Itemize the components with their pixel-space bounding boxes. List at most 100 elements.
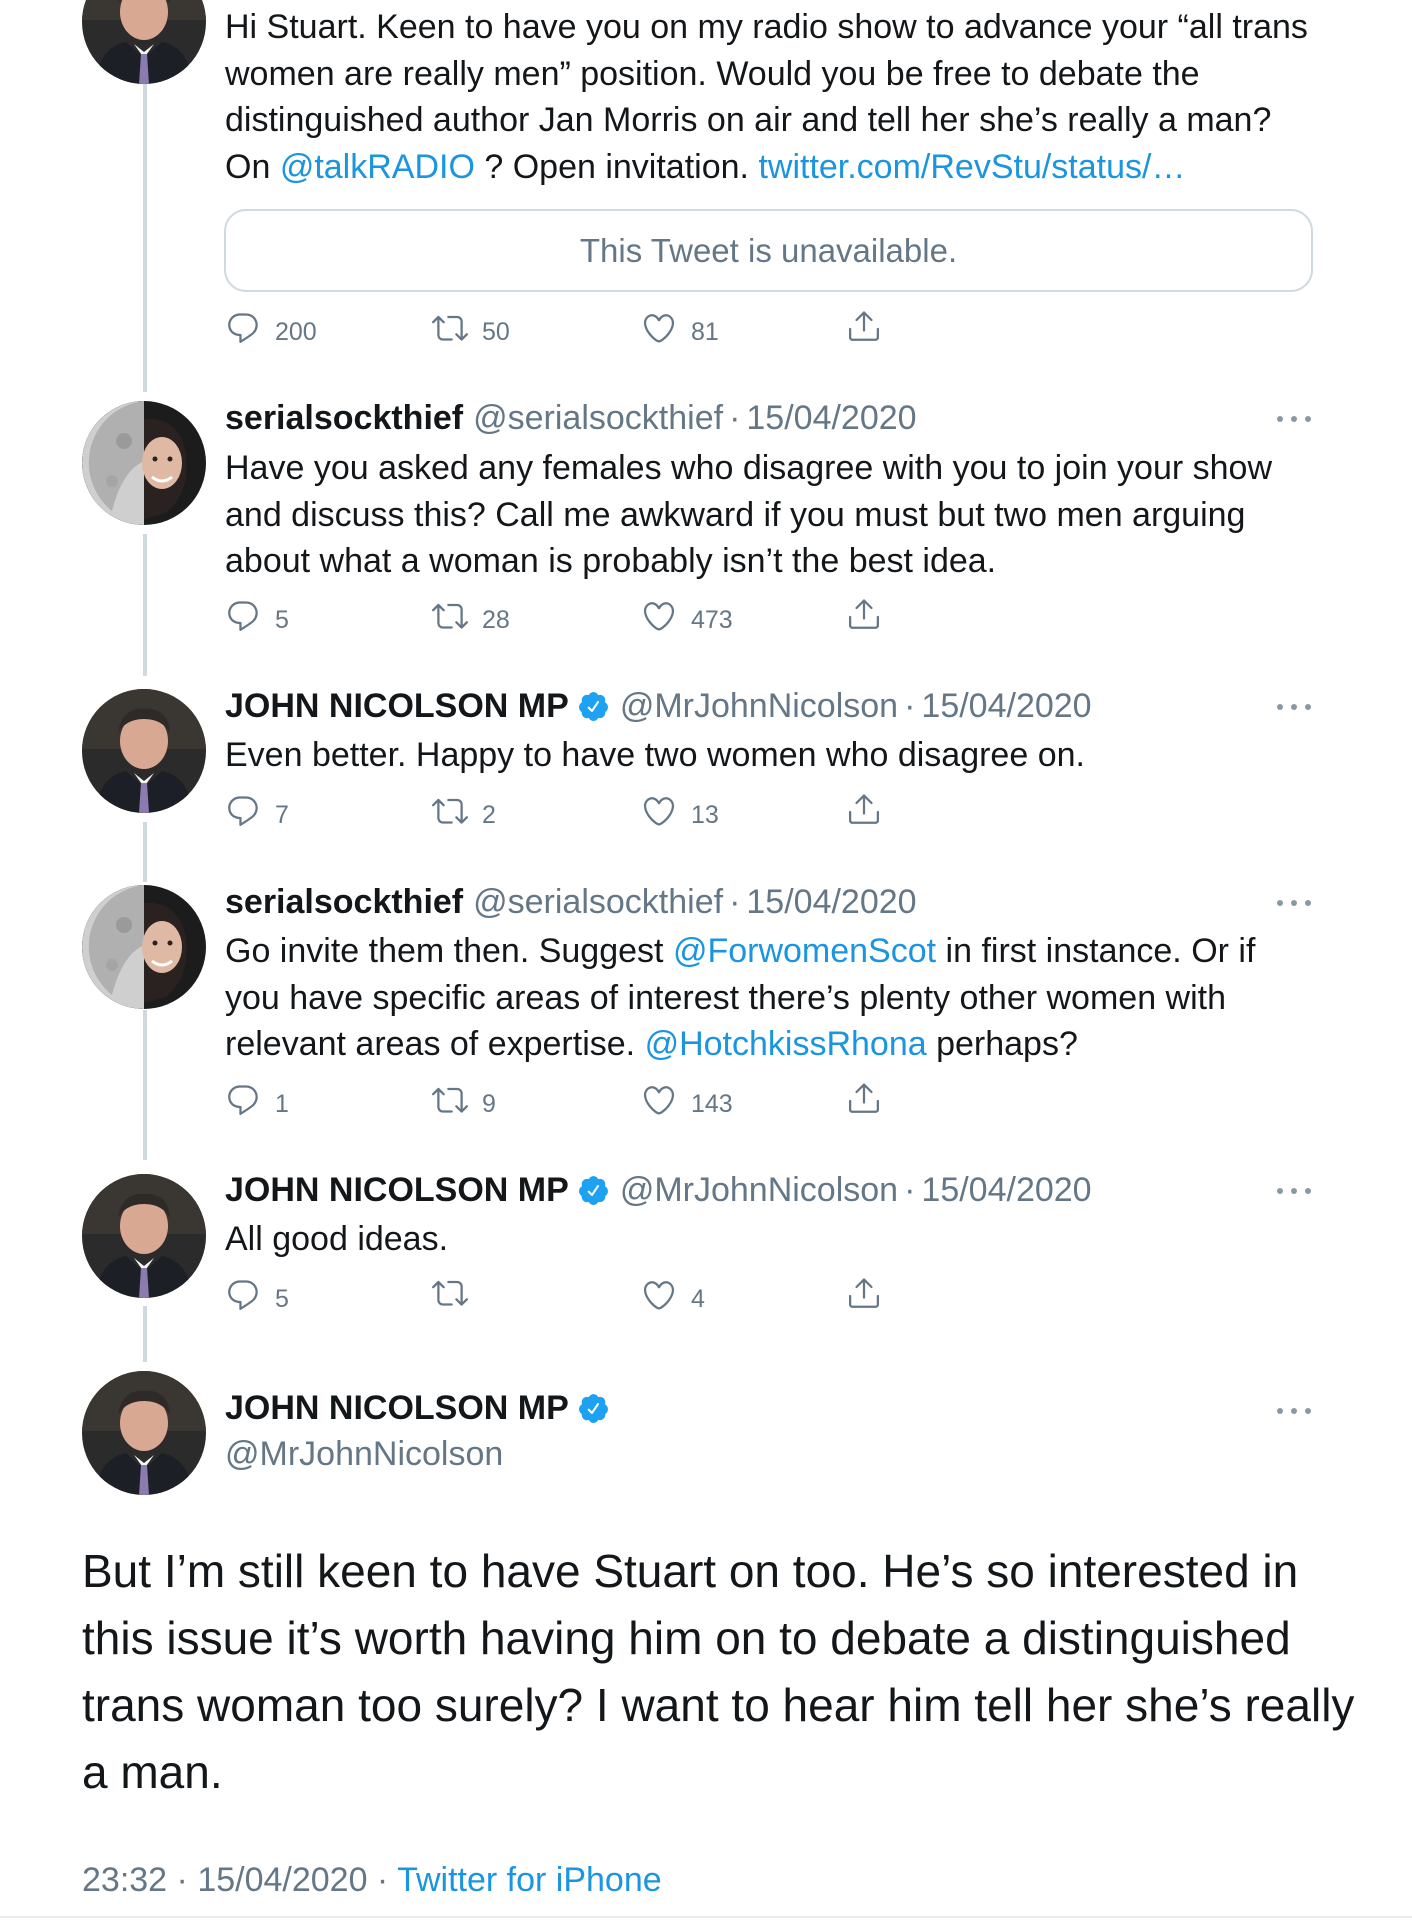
text-line: women are really men” position. Would yo… [225, 51, 1315, 98]
like-button[interactable]: 81 [641, 308, 719, 347]
tweet-date[interactable]: 15/04/2020 [921, 686, 1091, 726]
more-options-icon[interactable] [1277, 1406, 1311, 1416]
separator-dot: · [729, 399, 741, 437]
mention-link[interactable]: @ForwomenScot [673, 932, 936, 970]
more-options-icon[interactable] [1277, 702, 1311, 712]
tweet-date[interactable]: 15/04/2020 [746, 882, 916, 922]
text-segment: All good ideas. [225, 1220, 449, 1258]
reply-icon [228, 312, 258, 343]
reply-button[interactable]: 200 [225, 308, 317, 347]
tweet-time[interactable]: 23:32 [82, 1861, 167, 1899]
share-button[interactable] [846, 1275, 882, 1311]
main-text-line: trans woman too surely? I want to hear h… [82, 1679, 1355, 1731]
retweet-button[interactable]: 9 [432, 1080, 496, 1119]
tweet-text: All good ideas. [225, 1216, 1315, 1263]
retweet-count: 2 [482, 801, 496, 829]
tweet-date[interactable]: 15/04/2020 [746, 398, 916, 438]
more-options-icon[interactable] [1277, 1186, 1311, 1196]
reply-icon [228, 795, 258, 826]
user-handle[interactable]: @MrJohnNicolson [620, 1170, 898, 1210]
user-handle[interactable]: @serialsockthief [473, 398, 723, 438]
thread-line [143, 1010, 147, 1160]
avatar-serialsockthief[interactable] [82, 885, 206, 1009]
reply-count: 200 [275, 318, 317, 346]
portrait-icon [82, 1371, 206, 1495]
reply-button[interactable]: 5 [225, 1275, 289, 1314]
text-segment: Have you asked any females who disagree … [225, 449, 1273, 487]
retweet-icon [432, 798, 468, 824]
like-count: 13 [691, 801, 719, 829]
more-options-icon[interactable] [1277, 898, 1311, 908]
tweet-date[interactable]: 15/04/2020 [197, 1861, 367, 1899]
text-segment: in first instance. Or if [936, 932, 1256, 970]
more-options-icon[interactable] [1277, 414, 1311, 424]
tweet-source-link[interactable]: Twitter for iPhone [397, 1861, 662, 1899]
author-name-row: JOHN NICOLSON MP [225, 1388, 610, 1428]
user-handle[interactable]: @MrJohnNicolson [225, 1434, 610, 1474]
avatar-serialsockthief[interactable] [82, 401, 206, 525]
retweet-icon [432, 1280, 468, 1306]
share-button[interactable] [846, 596, 882, 632]
tweet-date[interactable]: 15/04/2020 [921, 1170, 1091, 1210]
retweet-button[interactable] [432, 1275, 482, 1311]
mention-link[interactable]: @talkRADIO [280, 148, 475, 186]
text-segment: about what a woman is probably isn’t the… [225, 542, 997, 580]
display-name[interactable]: JOHN NICOLSON MP [225, 1170, 569, 1210]
url-link[interactable]: twitter.com/RevStu/status/… [758, 148, 1185, 186]
separator-dot: · [904, 1171, 916, 1209]
share-icon [849, 1278, 879, 1308]
thread-line [143, 80, 147, 392]
text-line: distinguished author Jan Morris on air a… [225, 97, 1315, 144]
reply-button[interactable]: 7 [225, 791, 289, 830]
display-name[interactable]: JOHN NICOLSON MP [225, 1388, 569, 1428]
text-line: and discuss this? Call me awkward if you… [225, 492, 1315, 539]
share-icon [849, 1083, 879, 1113]
like-button[interactable]: 13 [641, 791, 719, 830]
retweet-button[interactable]: 28 [432, 596, 510, 635]
main-text-line: this issue it’s worth having him on to d… [82, 1612, 1291, 1664]
verified-badge-icon [578, 1393, 608, 1423]
thread-line [143, 1306, 147, 1362]
avatar-john-nicolson[interactable] [82, 1174, 206, 1298]
retweet-count: 28 [482, 606, 510, 634]
text-line: you have specific areas of interest ther… [225, 975, 1315, 1022]
reply-button[interactable]: 1 [225, 1080, 289, 1119]
quoted-tweet-unavailable: This Tweet is unavailable. [224, 209, 1313, 292]
display-name[interactable]: serialsockthief [225, 398, 463, 438]
like-button[interactable]: 143 [641, 1080, 733, 1119]
avatar-john-nicolson[interactable] [82, 689, 206, 813]
reply-icon [228, 600, 258, 631]
text-segment: On [225, 147, 280, 186]
main-tweet-author[interactable]: JOHN NICOLSON MP @MrJohnNicolson [225, 1388, 610, 1474]
reply-count: 7 [275, 801, 289, 829]
display-name[interactable]: JOHN NICOLSON MP [225, 686, 569, 726]
avatar-john-nicolson[interactable] [82, 1371, 206, 1495]
mention-link[interactable]: @HotchkissRhona [645, 1025, 927, 1063]
tweet-header: serialsockthief @serialsockthief · 15/04… [225, 398, 917, 438]
share-icon [849, 311, 879, 341]
like-count: 81 [691, 318, 719, 346]
reply-button[interactable]: 5 [225, 596, 289, 635]
verified-badge-icon [578, 691, 608, 721]
main-tweet-text: But I’m still keen to have Stuart on too… [82, 1538, 1355, 1806]
retweet-button[interactable]: 50 [432, 308, 510, 347]
text-segment: Hi Stuart. Keen to have you on my radio … [225, 8, 1308, 46]
text-segment: Even better. Happy to have two women who… [225, 736, 1085, 774]
thread-line [143, 822, 147, 882]
retweet-button[interactable]: 2 [432, 791, 496, 830]
user-handle[interactable]: @MrJohnNicolson [620, 686, 898, 726]
retweet-icon [432, 1087, 468, 1113]
user-handle[interactable]: @serialsockthief [473, 882, 723, 922]
portrait-icon [82, 1174, 206, 1298]
like-button[interactable]: 4 [641, 1275, 705, 1314]
avatar-john-nicolson[interactable] [82, 0, 206, 84]
text-line: relevant areas of expertise. @HotchkissR… [225, 1021, 1315, 1068]
display-name[interactable]: serialsockthief [225, 882, 463, 922]
separator-dot: · [904, 687, 916, 725]
like-button[interactable]: 473 [641, 596, 733, 635]
retweet-icon [432, 603, 468, 629]
share-button[interactable] [846, 308, 882, 344]
share-button[interactable] [846, 791, 882, 827]
share-button[interactable] [846, 1080, 882, 1116]
tweet-actions: 1 9 143 [225, 1080, 905, 1126]
